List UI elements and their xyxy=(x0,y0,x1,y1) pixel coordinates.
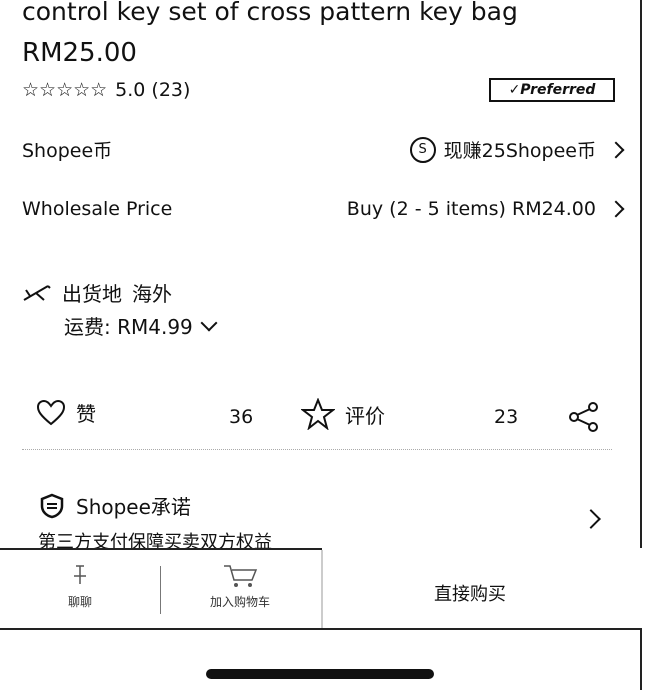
rating-row[interactable]: ☆☆☆☆☆ 5.0 (23) xyxy=(22,79,190,101)
ship-from-value: 海外 xyxy=(132,282,172,306)
action-bar: 赞 36 评价 23 xyxy=(22,398,612,438)
product-price: RM25.00 xyxy=(22,38,137,68)
rating-label: 评价 xyxy=(345,403,385,428)
cart-icon xyxy=(224,565,258,587)
shopee-coins-row[interactable]: Shopee币 S 现赚25Shopee币 xyxy=(22,136,625,163)
promise-title: Shopee承诺 xyxy=(76,495,191,519)
wholesale-label: Wholesale Price xyxy=(22,198,173,220)
rating-stars-icon: ☆☆☆☆☆ xyxy=(22,79,108,101)
shipping-section[interactable]: 出货地 海外 运费: RM4.99 xyxy=(22,278,218,340)
cart-label: 加入购物车 xyxy=(209,595,270,609)
shipping-fee: 运费: RM4.99 xyxy=(64,315,193,339)
shield-icon xyxy=(40,493,64,518)
panel-top-border xyxy=(0,628,640,630)
airplane-icon xyxy=(23,284,51,301)
coins-value: 现赚25Shopee币 xyxy=(443,140,596,162)
chevron-right-icon[interactable] xyxy=(581,509,601,529)
coin-icon: S xyxy=(409,136,436,163)
home-indicator[interactable] xyxy=(206,669,434,679)
product-title: control key set of cross pattern key bag xyxy=(22,0,518,26)
share-icon[interactable] xyxy=(568,402,600,432)
frame-right-border xyxy=(640,0,642,548)
wholesale-value: Buy (2 - 5 items) RM24.00 xyxy=(346,198,596,220)
wholesale-price-row[interactable]: Wholesale Price Buy (2 - 5 items) RM24.0… xyxy=(22,198,625,220)
like-label: 赞 xyxy=(76,402,96,426)
rating-count: 23 xyxy=(494,406,519,428)
chevron-down-icon[interactable] xyxy=(200,314,218,331)
like-count: 36 xyxy=(229,406,254,428)
divider xyxy=(22,449,612,450)
chat-icon xyxy=(74,565,86,584)
star-icon xyxy=(301,398,335,430)
like-button[interactable]: 赞 xyxy=(36,398,96,427)
chevron-right-icon xyxy=(607,141,625,158)
shopee-promise-row[interactable]: Shopee承诺 第三方支付保障买卖双方权益 xyxy=(38,491,272,554)
bottom-divider xyxy=(321,550,323,630)
chat-label: 聊聊 xyxy=(67,595,92,609)
bottom-divider xyxy=(160,566,161,614)
rating-text: 5.0 (23) xyxy=(115,79,191,101)
chat-button[interactable]: 聊聊 xyxy=(40,560,120,610)
rating-button[interactable]: 评价 xyxy=(301,398,385,430)
coins-label: Shopee币 xyxy=(22,140,113,162)
preferred-badge: ✓Preferred xyxy=(489,78,615,102)
ship-from-label: 出货地 xyxy=(62,282,122,306)
panel-right-border xyxy=(640,628,642,690)
add-to-cart-button[interactable]: 加入购物车 xyxy=(190,560,290,610)
chevron-right-icon xyxy=(607,200,625,218)
buy-now-button[interactable]: 直接购买 xyxy=(330,580,610,606)
heart-icon xyxy=(36,399,66,425)
